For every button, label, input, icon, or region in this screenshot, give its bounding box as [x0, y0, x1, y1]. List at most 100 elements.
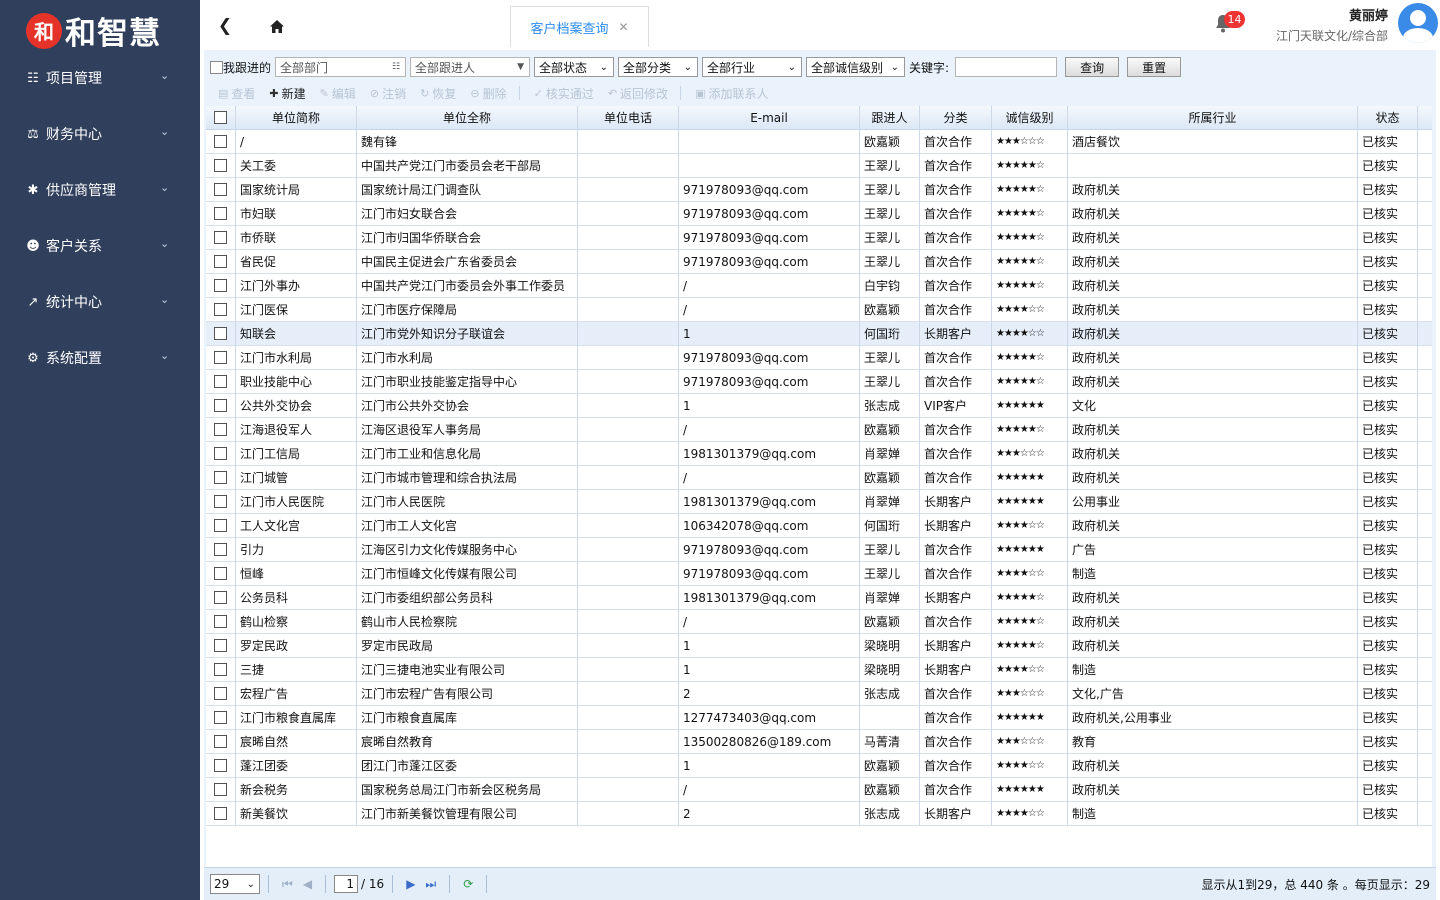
table-row[interactable]: 宸晞自然 宸晞自然教育 13500280826@189.com 马菁清 首次合作 ★★★☆… [206, 730, 1432, 754]
row-checkbox[interactable] [214, 615, 227, 628]
row-checkbox[interactable] [214, 663, 227, 676]
table-row[interactable]: 知联会 江门市党外知识分子联谊会 1 何国珩 长期客户 ★★★★☆☆ 政府机关 已核实 [206, 322, 1432, 346]
edit-button[interactable]: ✎ 编辑 [320, 85, 356, 102]
first-page-icon[interactable]: ⏮ [282, 877, 293, 892]
select-all-checkbox[interactable] [214, 111, 227, 124]
prev-page-icon[interactable]: ◀ [303, 877, 312, 891]
status-select[interactable]: 全部状态 ⌄ [534, 57, 615, 77]
column-header[interactable]: 分类 [920, 106, 992, 130]
row-checkbox[interactable] [214, 279, 227, 292]
table-row[interactable]: 省民促 中国民主促进会广东省委员会 971978093@qq.com 王翠儿 首次合作 ★… [206, 250, 1432, 274]
column-header[interactable]: 诚信级别 [992, 106, 1068, 130]
table-row[interactable]: 江门市水利局 江门市水利局 971978093@qq.com 王翠儿 首次合作 ★★★★★… [206, 346, 1432, 370]
return-button[interactable]: ↶ 返回修改 [608, 85, 668, 102]
row-checkbox[interactable] [214, 687, 227, 700]
table-row[interactable]: 罗定民政 罗定市民政局 1 梁晓明 长期客户 ★★★★★☆ 政府机关 已核实 [206, 634, 1432, 658]
verify-button[interactable]: ✓ 核实通过 [534, 85, 594, 102]
row-checkbox[interactable] [214, 735, 227, 748]
row-checkbox[interactable] [214, 399, 227, 412]
table-row[interactable]: 江门外事办 中国共产党江门市委员会外事工作委员 / 白宇钧 首次合作 ★★★★★☆ 政府机关… [206, 274, 1432, 298]
row-checkbox[interactable] [214, 519, 227, 532]
table-row[interactable]: 公务员科 江门市委组织部公务员科 1981301379@qq.com 肖翠婵 长期客户 ★… [206, 586, 1432, 610]
row-checkbox[interactable] [214, 591, 227, 604]
view-button[interactable]: ▤ 查看 [218, 85, 255, 102]
sidebar-item-5[interactable]: ⚙ 系统配置 ⌄ [0, 338, 200, 378]
table-row[interactable]: 江门医保 江门市医疗保障局 / 欧嘉颖 首次合作 ★★★★☆☆ 政府机关 已核实 [206, 298, 1432, 322]
table-row[interactable]: 工人文化宫 江门市工人文化宫 106342078@qq.com 何国珩 长期客户 ★★★★… [206, 514, 1432, 538]
mine-checkbox[interactable] [210, 60, 223, 74]
home-button[interactable] [252, 5, 302, 47]
brand-logo[interactable]: 和 和智慧 [26, 8, 161, 53]
add-contact-button[interactable]: ▣ 添加联系人 [695, 85, 768, 102]
table-row[interactable]: 市侨联 江门市归国华侨联合会 971978093@qq.com 王翠儿 首次合作 ★★★★… [206, 226, 1432, 250]
next-page-icon[interactable]: ▶ [406, 877, 415, 891]
table-row[interactable]: 市妇联 江门市妇女联合会 971978093@qq.com 王翠儿 首次合作 ★★★★★☆… [206, 202, 1432, 226]
table-row[interactable]: 三捷 江门三捷电池实业有限公司 1 梁晓明 长期客户 ★★★★☆☆ 制造 已核实 [206, 658, 1432, 682]
table-row[interactable]: / 魏有锋 欧嘉颖 首次合作 ★★★☆☆☆ 酒店餐饮 已核实 [206, 130, 1432, 154]
column-header[interactable]: 状态 [1358, 106, 1418, 130]
row-checkbox[interactable] [214, 447, 227, 460]
column-header[interactable]: 跟进人 [860, 106, 920, 130]
sidebar-item-4[interactable]: ↗ 统计中心 ⌄ [0, 282, 200, 322]
row-checkbox[interactable] [214, 807, 227, 820]
table-row[interactable]: 鹤山检察 鹤山市人民检察院 / 欧嘉颖 首次合作 ★★★★★☆ 政府机关 已核实 [206, 610, 1432, 634]
column-header[interactable]: 单位简称 [236, 106, 357, 130]
row-checkbox[interactable] [214, 159, 227, 172]
row-checkbox[interactable] [214, 423, 227, 436]
sidebar-item-2[interactable]: ✱ 供应商管理 ⌄ [0, 170, 200, 210]
sidebar-item-0[interactable]: ☷ 项目管理 ⌄ [0, 58, 200, 98]
row-checkbox[interactable] [214, 207, 227, 220]
table-row[interactable]: 蓬江团委 团江门市蓬江区委 1 欧嘉颖 首次合作 ★★★★☆☆ 政府机关 已核实 [206, 754, 1432, 778]
cancel-button[interactable]: ⊘ 注销 [370, 85, 406, 102]
row-checkbox[interactable] [214, 135, 227, 148]
keyword-input[interactable] [955, 57, 1058, 77]
follower-combo[interactable]: 全部跟进人 ▼ [410, 57, 531, 77]
table-row[interactable]: 引力 江海区引力文化传媒服务中心 971978093@qq.com 王翠儿 首次合作 ★★… [206, 538, 1432, 562]
column-header[interactable]: 单位全称 [357, 106, 578, 130]
row-checkbox[interactable] [214, 255, 227, 268]
table-row[interactable]: 职业技能中心 江门市职业技能鉴定指导中心 971978093@qq.com 王翠儿 首次… [206, 370, 1432, 394]
table-row[interactable]: 江门工信局 江门市工业和信息化局 1981301379@qq.com 肖翠婵 首次合作 ★… [206, 442, 1432, 466]
back-button[interactable]: ❮ [200, 5, 250, 47]
new-button[interactable]: ✚ 新建 [269, 85, 305, 102]
tab-close-icon[interactable]: ✕ [618, 20, 628, 34]
row-checkbox[interactable] [214, 543, 227, 556]
table-row[interactable]: 江门市粮食直属库 江门市粮食直属库 1277473403@qq.com 首次合作 ★★★… [206, 706, 1432, 730]
department-combo[interactable]: 全部部门 ☷ [275, 57, 407, 77]
reset-button[interactable]: 重置 [1127, 57, 1182, 77]
table-row[interactable]: 江海退役军人 江海区退役军人事务局 / 欧嘉颖 首次合作 ★★★★★☆ 政府机关 已核实 [206, 418, 1432, 442]
row-checkbox[interactable] [214, 567, 227, 580]
column-header[interactable]: 所属行业 [1068, 106, 1358, 130]
row-checkbox[interactable] [214, 351, 227, 364]
row-checkbox[interactable] [214, 183, 227, 196]
query-button[interactable]: 查询 [1065, 57, 1120, 77]
page-size-select[interactable]: 29 ⌄ [210, 874, 260, 894]
table-row[interactable]: 国家统计局 国家统计局江门调查队 971978093@qq.com 王翠儿 首次合作 ★★… [206, 178, 1432, 202]
column-header[interactable]: E-mail [679, 106, 860, 130]
row-checkbox[interactable] [214, 303, 227, 316]
table-row[interactable]: 公共外交协会 江门市公共外交协会 1 张志成 VIP客户 ★★★★★★ 文化 已核实 [206, 394, 1432, 418]
table-row[interactable]: 宏程广告 江门市宏程广告有限公司 2 张志成 首次合作 ★★★☆☆☆ 文化,广告 已核实 [206, 682, 1432, 706]
table-row[interactable]: 江门市人民医院 江门市人民医院 1981301379@qq.com 肖翠婵 长期客户 ★★… [206, 490, 1432, 514]
table-row[interactable]: 新会税务 国家税务总局江门市新会区税务局 / 欧嘉颖 首次合作 ★★★★★★ 政府机关 已核实 [206, 778, 1432, 802]
row-checkbox[interactable] [214, 375, 227, 388]
sidebar-item-3[interactable]: ☻ 客户关系 ⌄ [0, 226, 200, 266]
industry-select[interactable]: 全部行业 ⌄ [702, 57, 803, 77]
user-name[interactable]: 黄丽婷 [1349, 5, 1388, 24]
row-checkbox[interactable] [214, 783, 227, 796]
delete-button[interactable]: ⊖ 删除 [470, 85, 506, 102]
table-row[interactable]: 江门城管 江门市城市管理和综合执法局 / 欧嘉颖 首次合作 ★★★★★★ 政府机关 已核实 [206, 466, 1432, 490]
row-checkbox[interactable] [214, 327, 227, 340]
sidebar-item-1[interactable]: ⚖ 财务中心 ⌄ [0, 114, 200, 154]
table-row[interactable]: 关工委 中国共产党江门市委员会老干部局 王翠儿 首次合作 ★★★★★☆ 已核实 [206, 154, 1432, 178]
table-row[interactable]: 新美餐饮 江门市新美餐饮管理有限公司 2 张志成 长期客户 ★★★★☆☆ 制造 已核实 [206, 802, 1432, 826]
table-row[interactable]: 恒峰 江门市恒峰文化传媒有限公司 971978093@qq.com 王翠儿 首次合作 ★★… [206, 562, 1432, 586]
tab-customer-archive[interactable]: 客户档案查询 ✕ [510, 6, 649, 47]
row-checkbox[interactable] [214, 471, 227, 484]
credit-select[interactable]: 全部诚信级别 ⌄ [806, 57, 906, 77]
category-select[interactable]: 全部分类 ⌄ [618, 57, 699, 77]
last-page-icon[interactable]: ⏭ [425, 877, 436, 892]
row-checkbox[interactable] [214, 495, 227, 508]
refresh-icon[interactable]: ⟳ [463, 877, 473, 891]
row-checkbox[interactable] [214, 231, 227, 244]
